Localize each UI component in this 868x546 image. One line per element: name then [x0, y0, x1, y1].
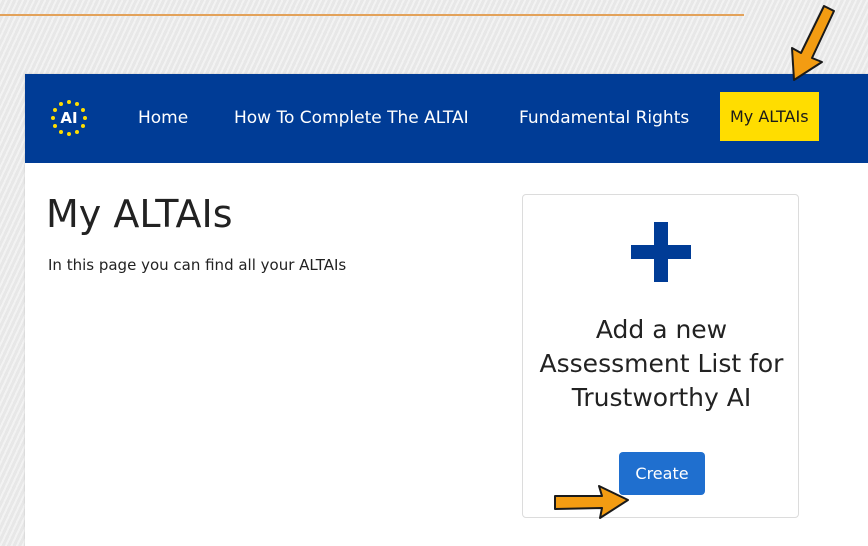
- create-assessment-card: Add a new Assessment List for Trustworth…: [522, 194, 799, 518]
- nav-item-how-to-complete[interactable]: How To Complete The ALTAI: [234, 74, 469, 163]
- card-line: Trustworthy AI: [571, 383, 752, 412]
- navbar: AI Home How To Complete The ALTAI Fundam…: [25, 74, 868, 163]
- card-line: Add a new: [595, 315, 728, 344]
- logo-text: AI: [60, 109, 78, 127]
- card-description: Add a new Assessment List for Trustworth…: [523, 313, 800, 415]
- ai-logo-icon[interactable]: AI: [49, 98, 89, 138]
- app-screenshot: AI Home How To Complete The ALTAI Fundam…: [25, 74, 868, 546]
- page-title: My ALTAIs: [46, 192, 233, 236]
- plus-icon: [631, 222, 691, 282]
- nav-item-my-altais[interactable]: My ALTAIs: [720, 92, 819, 141]
- page-subtitle: In this page you can find all your ALTAI…: [48, 256, 347, 274]
- slide-top-rule: [0, 14, 744, 16]
- nav-item-home[interactable]: Home: [138, 74, 188, 163]
- arrow-icon: [554, 485, 629, 519]
- nav-item-fundamental-rights[interactable]: Fundamental Rights: [519, 74, 689, 163]
- card-line: Assessment List for: [539, 349, 784, 378]
- arrow-icon: [791, 5, 835, 81]
